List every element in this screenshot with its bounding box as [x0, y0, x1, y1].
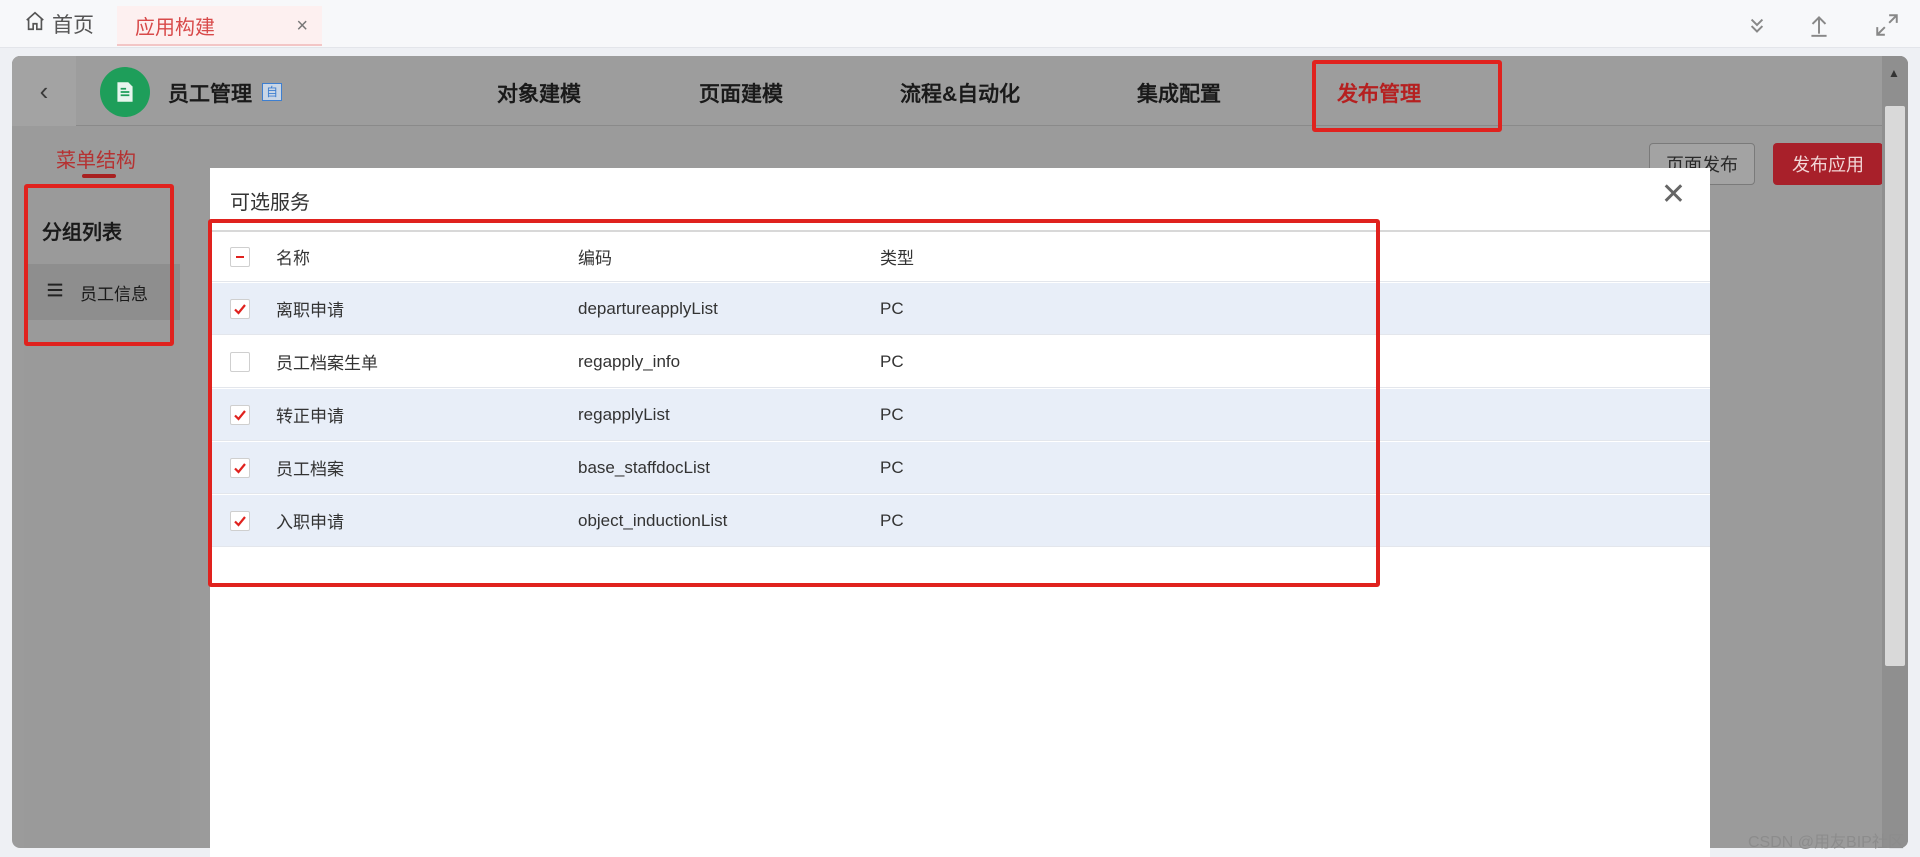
group-item-label: 员工信息 — [80, 284, 148, 304]
select-all-checkbox[interactable] — [230, 232, 250, 281]
unchecked-icon — [230, 351, 250, 372]
row-checkbox[interactable] — [230, 283, 250, 334]
home-icon — [24, 10, 46, 38]
fullscreen-icon[interactable] — [1874, 12, 1900, 38]
row-name: 转正申请 — [276, 407, 344, 426]
nav-page-modeling[interactable]: 页面建模 — [699, 78, 783, 108]
nav-integration-config[interactable]: 集成配置 — [1137, 78, 1221, 108]
tab-menu-structure[interactable]: 菜单结构 — [56, 144, 136, 173]
row-name: 员工档案 — [276, 460, 344, 479]
upload-icon[interactable] — [1806, 12, 1832, 38]
table-header: 名称 编码 类型 — [210, 232, 1710, 282]
chevron-left-icon: ‹ — [39, 75, 49, 106]
group-list-title: 分组列表 — [42, 222, 122, 244]
double-chevron-down-icon[interactable] — [1744, 12, 1770, 38]
tab-active-indicator — [82, 174, 116, 178]
select-service-dialog: 可选服务 ✕ 名称 编码 类型 离职申请 departureapplyList … — [210, 168, 1710, 857]
tab-home[interactable]: 首页 — [24, 10, 94, 38]
table-row[interactable]: 员工档案生单 regapply_info PC — [210, 336, 1710, 388]
back-button[interactable]: ‹ — [12, 56, 76, 126]
row-name: 离职申请 — [276, 301, 344, 320]
scroll-up-icon[interactable]: ▲ — [1888, 66, 1900, 80]
checked-icon — [230, 510, 250, 531]
app-name: 员工管理 — [168, 83, 252, 106]
group-item-employee-info[interactable]: 员工信息 — [24, 264, 180, 320]
dialog-title: 可选服务 — [230, 192, 310, 214]
row-name: 员工档案生单 — [276, 354, 378, 373]
tab-app-build[interactable]: 应用构建 × — [117, 6, 322, 46]
tab-bar: 首页 应用构建 × — [0, 0, 1920, 48]
app-logo — [100, 67, 150, 117]
row-type: PC — [880, 351, 904, 371]
row-type: PC — [880, 298, 904, 318]
row-code: regapply_info — [578, 351, 681, 371]
row-type: PC — [880, 404, 904, 424]
table-row[interactable]: 员工档案 base_staffdocList PC — [210, 442, 1710, 494]
table-row[interactable]: 转正申请 regapplyList PC — [210, 389, 1710, 441]
publish-app-button[interactable]: 发布应用 — [1773, 143, 1883, 185]
nav-process-automation[interactable]: 流程&自动化 — [900, 78, 1020, 108]
row-checkbox[interactable] — [230, 389, 250, 440]
app-tag-badge: 自 — [262, 83, 282, 101]
checked-icon — [230, 298, 250, 319]
row-type: PC — [880, 510, 904, 530]
row-name: 入职申请 — [276, 513, 344, 532]
row-code: object_inductionList — [578, 510, 728, 530]
close-icon[interactable]: × — [296, 15, 308, 38]
indeterminate-checkbox-icon — [230, 246, 250, 267]
scrollbar-thumb[interactable] — [1885, 106, 1905, 666]
nav-object-modeling[interactable]: 对象建模 — [497, 78, 581, 108]
row-code: regapplyList — [578, 404, 670, 424]
watermark: CSDN @用友BIP社区 — [1748, 834, 1904, 851]
row-code: departureapplyList — [578, 298, 718, 318]
hamburger-icon — [46, 281, 64, 304]
tab-app-build-label: 应用构建 — [135, 16, 215, 39]
table-row[interactable]: 离职申请 departureapplyList PC — [210, 283, 1710, 335]
table-row[interactable]: 入职申请 object_inductionList PC — [210, 495, 1710, 547]
row-type: PC — [880, 457, 904, 477]
app-header: ‹ 员工管理 自 对象建模 页面建模 流程&自动化 集成配置 发布管理 — [12, 56, 1908, 126]
column-header-code: 编码 — [578, 249, 612, 268]
row-checkbox[interactable] — [230, 442, 250, 493]
row-code: base_staffdocList — [578, 457, 710, 477]
checked-icon — [230, 404, 250, 425]
column-header-type: 类型 — [880, 249, 914, 268]
column-header-name: 名称 — [276, 249, 310, 268]
row-checkbox[interactable] — [230, 495, 250, 546]
close-icon[interactable]: ✕ — [1661, 180, 1686, 210]
row-checkbox[interactable] — [230, 336, 250, 387]
nav-publish-management[interactable]: 发布管理 — [1337, 78, 1421, 108]
checked-icon — [230, 457, 250, 478]
tab-home-label: 首页 — [52, 14, 94, 37]
